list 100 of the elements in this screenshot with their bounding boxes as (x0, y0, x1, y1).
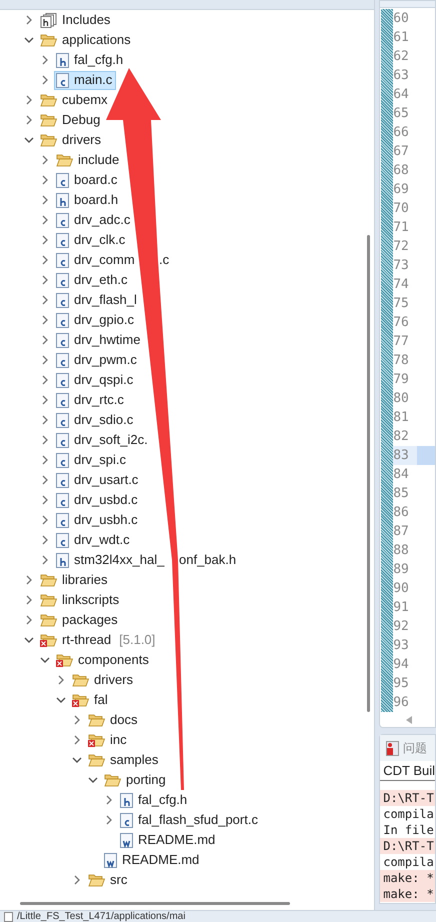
chevron-right-icon[interactable] (24, 115, 34, 125)
tree-item[interactable]: drv_soft_i2c. (54, 430, 152, 450)
tree-item[interactable]: components (54, 650, 153, 670)
tree-item[interactable]: drv_adc.c (54, 210, 134, 230)
chevron-right-icon[interactable] (40, 535, 50, 545)
c-file-icon (56, 452, 69, 468)
chevron-right-icon[interactable] (40, 455, 50, 465)
chevron-right-icon[interactable] (40, 75, 50, 85)
chevron-right-icon[interactable] (40, 335, 50, 345)
c-file-icon (56, 72, 69, 88)
tree-item[interactable]: drv_usbd.c (54, 490, 142, 510)
scrollbar-thumb[interactable] (366, 235, 370, 712)
chevron-right-icon[interactable] (40, 55, 50, 65)
tree-item[interactable]: drv_comm (54, 250, 139, 270)
chevron-down-icon[interactable] (24, 35, 34, 45)
chevron-down-icon[interactable] (24, 635, 34, 645)
chevron-right-icon[interactable] (40, 195, 50, 205)
tree-item[interactable]: fal_flash_sfud_port.c (118, 810, 262, 830)
tree-item[interactable]: drv_eth.c (54, 270, 132, 290)
tree-item[interactable]: fal_cfg.h (54, 50, 128, 70)
chevron-down-icon[interactable] (56, 695, 66, 705)
chevron-right-icon[interactable] (40, 295, 50, 305)
chevron-right-icon[interactable] (104, 815, 114, 825)
tree-item[interactable]: src (86, 870, 132, 890)
folder-icon (104, 773, 121, 787)
tree-item-suffix: onf_bak.h (179, 551, 236, 570)
tree-item[interactable]: packages (38, 610, 122, 630)
tree-item[interactable]: linkscripts (38, 590, 124, 610)
tree-item[interactable]: drv_wdt.c (54, 530, 134, 550)
scrollbar-thumb[interactable] (20, 902, 290, 904)
tree-item[interactable]: drv_qspi.c (54, 370, 138, 390)
chevron-right-icon[interactable] (24, 95, 34, 105)
tree-item[interactable]: README.md (102, 850, 204, 870)
includes-icon (40, 12, 57, 28)
tree-item[interactable]: drv_hwtime (54, 330, 144, 350)
chevron-down-icon[interactable] (88, 775, 98, 785)
console-title: CDT Buil (380, 761, 435, 781)
chevron-right-icon[interactable] (40, 255, 50, 265)
tree-item[interactable]: drv_spi.c (54, 450, 130, 470)
c-file-icon (56, 332, 69, 348)
tree-item[interactable]: drv_usbh.c (54, 510, 142, 530)
tree-item[interactable]: drivers (70, 670, 138, 690)
tree-item[interactable]: inc (86, 730, 131, 750)
scroll-left-icon[interactable] (406, 716, 412, 724)
markdown-file-icon (120, 832, 133, 848)
chevron-right-icon[interactable] (40, 215, 50, 225)
tree-item[interactable]: stm32l4xx_hal_ (54, 550, 168, 570)
chevron-right-icon[interactable] (40, 155, 50, 165)
chevron-right-icon[interactable] (72, 735, 82, 745)
tree-item[interactable]: rt-thread (38, 630, 116, 650)
chevron-right-icon[interactable] (40, 375, 50, 385)
tree-item[interactable]: samples (86, 750, 162, 770)
tree-item[interactable]: README.md (118, 830, 220, 850)
chevron-right-icon[interactable] (40, 235, 50, 245)
chevron-right-icon[interactable] (72, 875, 82, 885)
tree-item[interactable]: drivers (38, 130, 106, 150)
tree-item[interactable]: porting (102, 770, 170, 790)
tree-item[interactable]: drv_pwm.c (54, 350, 141, 370)
chevron-right-icon[interactable] (24, 595, 34, 605)
tree-item[interactable]: main.c (54, 70, 116, 90)
tree-item[interactable]: libraries (38, 570, 112, 590)
tree-item[interactable]: drv_flash_l (54, 290, 141, 310)
tree-item[interactable]: Debug (38, 110, 104, 130)
tree-item[interactable]: include (54, 150, 124, 170)
tree-item[interactable]: applications (38, 30, 135, 50)
tree-item[interactable]: drv_rtc.c (54, 390, 128, 410)
chevron-right-icon[interactable] (24, 15, 34, 25)
tree-item[interactable]: board.h (54, 190, 122, 210)
chevron-right-icon[interactable] (40, 515, 50, 525)
chevron-right-icon[interactable] (40, 415, 50, 425)
chevron-right-icon[interactable] (40, 435, 50, 445)
chevron-right-icon[interactable] (40, 355, 50, 365)
chevron-down-icon[interactable] (40, 655, 50, 665)
folder-error-icon (88, 733, 105, 747)
tree-item[interactable]: board.c (54, 170, 122, 190)
tree-item[interactable]: drv_sdio.c (54, 410, 138, 430)
chevron-right-icon[interactable] (40, 495, 50, 505)
header-file-icon (56, 192, 69, 208)
chevron-right-icon[interactable] (56, 675, 66, 685)
tree-item[interactable]: fal (70, 690, 112, 710)
chevron-right-icon[interactable] (72, 715, 82, 725)
tree-item[interactable]: cubemx (38, 90, 112, 110)
chevron-down-icon[interactable] (24, 135, 34, 145)
tree-item[interactable]: Includes (38, 10, 114, 30)
chevron-right-icon[interactable] (24, 615, 34, 625)
tree-item[interactable]: fal_cfg.h (118, 790, 192, 810)
chevron-right-icon[interactable] (104, 795, 114, 805)
chevron-right-icon[interactable] (40, 555, 50, 565)
chevron-right-icon[interactable] (40, 275, 50, 285)
chevron-right-icon[interactable] (40, 395, 50, 405)
chevron-right-icon[interactable] (40, 315, 50, 325)
folder-icon (88, 753, 105, 767)
tree-item[interactable]: docs (86, 710, 142, 730)
chevron-down-icon[interactable] (72, 755, 82, 765)
chevron-right-icon[interactable] (40, 475, 50, 485)
chevron-right-icon[interactable] (40, 175, 50, 185)
tree-item[interactable]: drv_usart.c (54, 470, 142, 490)
tree-item[interactable]: drv_clk.c (54, 230, 130, 250)
chevron-right-icon[interactable] (24, 575, 34, 585)
tree-item[interactable]: drv_gpio.c (54, 310, 138, 330)
